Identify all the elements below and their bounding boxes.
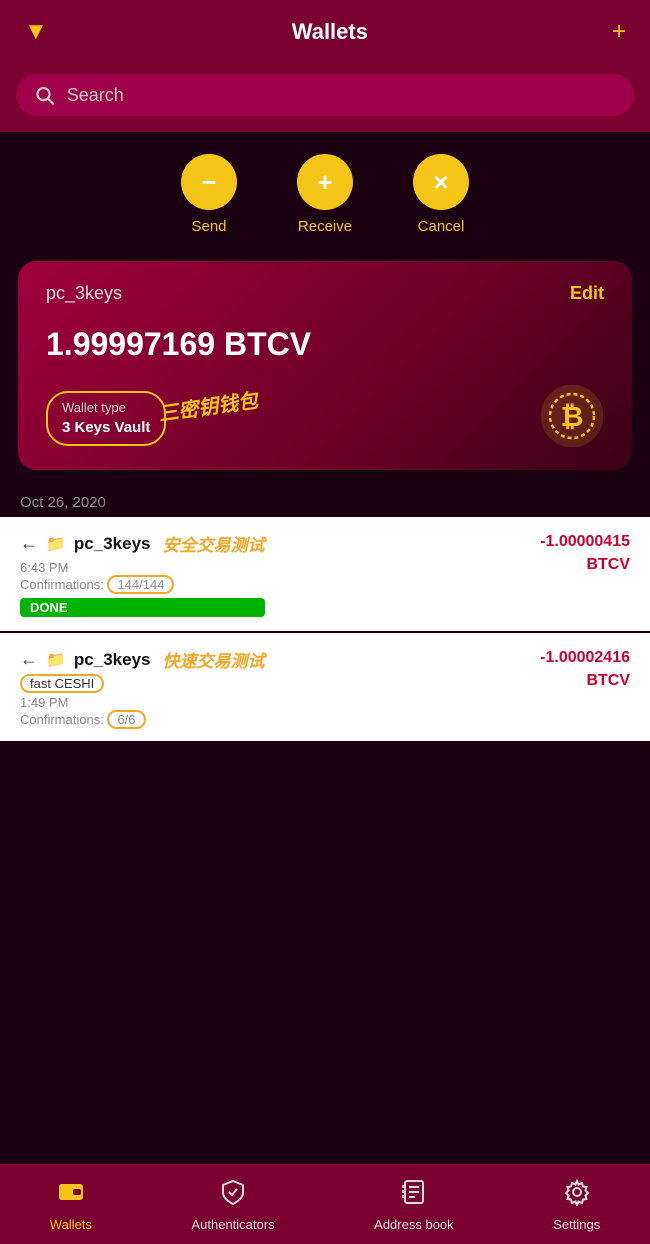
search-input[interactable] <box>67 85 616 106</box>
nav-wallets-label: Wallets <box>50 1217 92 1232</box>
wallet-card[interactable]: pc_3keys Edit 1.99997169 BTCV Wallet typ… <box>18 261 632 470</box>
cancel-circle: × <box>413 154 469 210</box>
send-button[interactable]: − Send <box>181 154 237 235</box>
tx-wallet-name: pc_3keys <box>74 534 151 554</box>
wallet-annotation: 三密钥钱包 <box>156 384 259 427</box>
wallet-card-wrap: pc_3keys Edit 1.99997169 BTCV Wallet typ… <box>0 251 650 484</box>
nav-authenticators-label: Authenticators <box>191 1217 274 1232</box>
svg-text:₿: ₿ <box>561 401 584 432</box>
receive-label: Receive <box>298 218 352 235</box>
tx-amount: -1.00002416 BTCV <box>540 647 630 692</box>
tx-time: 6:43 PM <box>20 560 265 575</box>
tx-conf-value: 144/144 <box>107 575 174 594</box>
date-separator: Oct 26, 2020 <box>0 484 650 517</box>
wallet-type-value: 3 Keys Vault <box>62 417 150 438</box>
tx-annotation: 安全交易测试 <box>163 531 265 556</box>
app-header: ▼ Wallets + <box>0 0 650 64</box>
tx-wallet-icon: 📁 <box>46 534 66 554</box>
wallet-edit-button[interactable]: Edit <box>570 283 604 304</box>
cancel-label: Cancel <box>418 218 465 235</box>
shield-icon <box>219 1178 247 1213</box>
receive-button[interactable]: + Receive <box>297 154 353 235</box>
page-title: Wallets <box>292 19 368 45</box>
wallet-type-label: Wallet type <box>62 399 150 417</box>
wallet-card-name: pc_3keys <box>46 283 122 303</box>
tx-top-row: ← 📁 pc_3keys 安全交易测试 <box>20 531 265 556</box>
send-circle: − <box>181 154 237 210</box>
tx-direction-icon: ← <box>20 649 38 670</box>
tx-annotation: 快速交易测试 <box>163 647 265 672</box>
bottom-nav: Wallets Authenticators Address book <box>0 1164 650 1244</box>
tx-confirmations: Confirmations: 144/144 <box>20 577 265 592</box>
tx-direction-icon: ← <box>20 533 38 554</box>
wallet-card-amount: 1.99997169 BTCV <box>46 326 604 363</box>
tx-confirmations: Confirmations: 6/6 <box>20 712 265 727</box>
add-icon[interactable]: + <box>612 18 626 46</box>
wallet-type-badge: Wallet type 3 Keys Vault <box>46 391 166 446</box>
transaction-item[interactable]: ← 📁 pc_3keys 快速交易测试 fast CESHI 1:49 PM C… <box>0 633 650 741</box>
transaction-item[interactable]: ← 📁 pc_3keys 安全交易测试 6:43 PM Confirmation… <box>0 517 650 631</box>
address-book-icon <box>400 1178 428 1213</box>
filter-icon[interactable]: ▼ <box>24 18 48 46</box>
wallet-icon <box>57 1178 85 1213</box>
send-label: Send <box>191 218 226 235</box>
cancel-button[interactable]: × Cancel <box>413 154 469 235</box>
actions-bar: − Send + Receive × Cancel <box>0 132 650 251</box>
receive-circle: + <box>297 154 353 210</box>
tx-left: ← 📁 pc_3keys 快速交易测试 fast CESHI 1:49 PM C… <box>20 647 265 727</box>
nav-address-book-label: Address book <box>374 1217 454 1232</box>
bitcoin-icon: ₿ <box>540 384 604 448</box>
search-icon <box>34 84 55 106</box>
nav-settings-label: Settings <box>553 1217 600 1232</box>
tx-fast-badge: fast CESHI <box>20 674 104 693</box>
search-inner <box>16 74 634 116</box>
tx-top-row: ← 📁 pc_3keys 快速交易测试 <box>20 647 265 672</box>
tx-amount: -1.00000415 BTCV <box>540 531 630 576</box>
tx-sub-label: fast CESHI <box>20 676 265 691</box>
search-bar-container <box>0 64 650 132</box>
nav-authenticators[interactable]: Authenticators <box>175 1170 290 1240</box>
nav-settings[interactable]: Settings <box>537 1170 616 1240</box>
tx-left: ← 📁 pc_3keys 安全交易测试 6:43 PM Confirmation… <box>20 531 265 617</box>
gear-icon <box>563 1178 591 1213</box>
nav-address-book[interactable]: Address book <box>358 1170 470 1240</box>
tx-wallet-name: pc_3keys <box>74 650 151 670</box>
tx-wallet-icon: 📁 <box>46 650 66 670</box>
tx-status-badge: DONE <box>20 598 265 617</box>
nav-wallets[interactable]: Wallets <box>34 1170 108 1240</box>
tx-conf-value: 6/6 <box>107 710 145 729</box>
tx-time: 1:49 PM <box>20 695 265 710</box>
